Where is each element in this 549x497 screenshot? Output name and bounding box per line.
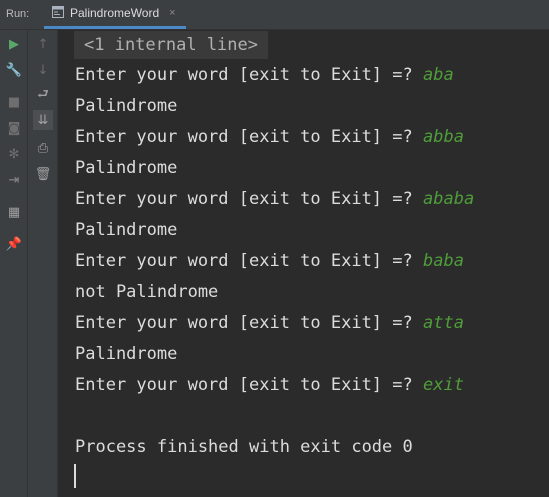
user-input: abba [423,127,464,147]
prompt-text: Enter your word [exit to Exit] =? [75,313,423,333]
bug-icon[interactable]: ✻ [4,144,24,164]
text-caret [74,464,76,488]
exit-icon[interactable]: ⇥ [4,170,24,190]
user-input: exit [423,375,464,395]
run-toolbar: Run: PalindromeWord × [0,0,549,30]
soft-wrap-icon[interactable]: ⮐ [33,86,53,106]
tab-palindromeword[interactable]: PalindromeWord × [44,0,186,29]
user-input: aba [423,65,454,85]
console-line: Enter your word [exit to Exit] =? atta [75,312,464,334]
wrench-icon[interactable]: 🔧 [4,60,24,80]
prompt-text: Enter your word [exit to Exit] =? [75,65,423,85]
run-label: Run: [6,8,30,20]
pin-icon[interactable]: 📌 [4,234,24,254]
console-line: Palindrome [75,157,177,179]
output-text: Palindrome [75,96,178,116]
console-line: not Palindrome [75,281,218,303]
console-line: Enter your word [exit to Exit] =? ababa [75,188,474,210]
prompt-text: Enter your word [exit to Exit] =? [75,375,423,395]
console-line: Enter your word [exit to Exit] =? aba [75,64,454,86]
prompt-text: Enter your word [exit to Exit] =? [75,127,423,147]
run-icon[interactable]: ▶ [4,34,24,54]
output-text: Palindrome [75,220,178,240]
tab-title: PalindromeWord [70,6,160,20]
console-line: Enter your word [exit to Exit] =? baba [75,250,464,272]
console-line: Palindrome [75,95,177,117]
camera-icon[interactable]: ◙ [4,118,24,138]
output-text: not Palindrome [75,282,219,302]
console-line: Process finished with exit code 0 [75,436,413,458]
print-icon[interactable]: ⎙ [33,138,53,158]
up-arrow-icon[interactable]: ↑ [33,34,53,54]
console-line: Enter your word [exit to Exit] =? exit [75,374,464,396]
second-toolbar: ↑ ↓ ⮐ ⇊ ⎙ 🗑 [28,30,58,497]
user-input: ababa [423,189,475,209]
close-icon[interactable]: × [169,7,175,19]
scroll-to-end-icon[interactable]: ⇊ [33,110,53,130]
console-output[interactable]: <1 internal line> Enter your word [exit … [58,30,549,497]
output-text: Palindrome [75,158,178,178]
user-input: baba [423,251,464,271]
down-arrow-icon[interactable]: ↓ [33,60,53,80]
trash-icon[interactable]: 🗑 [33,164,53,184]
folded-lines[interactable]: <1 internal line> [74,31,268,59]
left-toolbar: ▶ 🔧 ■ ◙ ✻ ⇥ ▦ 📌 [0,30,28,497]
console-line: Palindrome [75,343,177,365]
prompt-text: Enter your word [exit to Exit] =? [75,251,423,271]
layout-icon[interactable]: ▦ [4,202,24,222]
output-text: Palindrome [75,344,178,364]
console-line: Palindrome [75,219,177,241]
process-finished-text: Process finished with exit code 0 [75,437,413,457]
stop-icon[interactable]: ■ [4,92,24,112]
console-icon [52,5,64,21]
console-line: Enter your word [exit to Exit] =? abba [75,126,464,148]
prompt-text: Enter your word [exit to Exit] =? [75,189,423,209]
user-input: atta [423,313,464,333]
